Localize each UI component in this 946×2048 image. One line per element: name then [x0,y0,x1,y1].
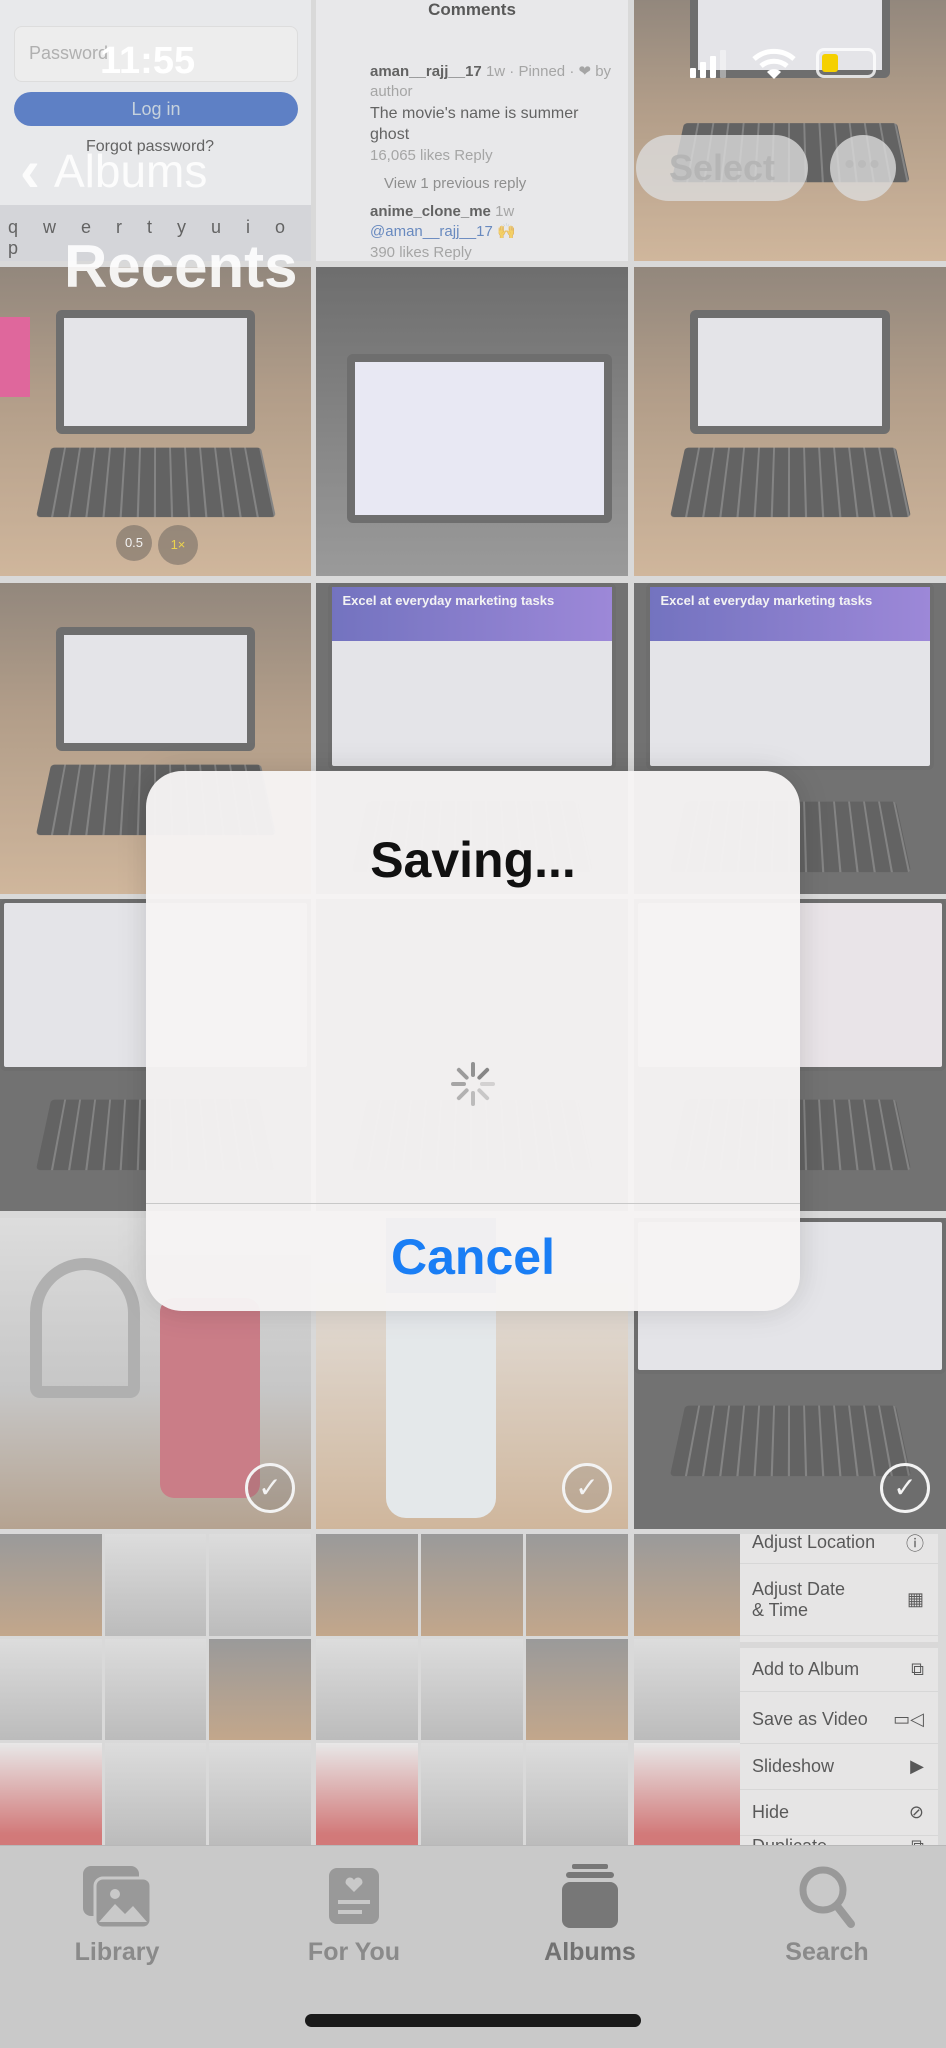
tab-for-you[interactable]: For You [254,1864,454,1967]
status-time: 11:55 [100,40,196,82]
search-icon [799,1866,855,1928]
tab-search[interactable]: Search [727,1864,927,1967]
albums-icon [562,1864,618,1928]
tab-label: Library [74,1938,160,1966]
tab-label: For You [307,1938,401,1966]
more-button[interactable]: ••• [830,135,896,201]
tab-label: Albums [544,1938,636,1966]
wifi-icon [752,48,796,79]
battery-icon [816,48,876,78]
chevron-left-icon: ‹ [20,137,40,204]
for-you-icon [329,1868,379,1924]
signal-icon [690,50,726,78]
tab-library[interactable]: Library [17,1864,217,1967]
home-indicator [305,2014,641,2027]
photo-library-icon [83,1866,153,1930]
dialog-title: Saving... [370,832,576,888]
back-label: Albums [53,144,208,197]
back-button[interactable]: ‹ Albums [20,136,207,205]
saving-dialog: Saving... Cancel [146,771,800,1311]
page-title: Recents [64,233,298,300]
tab-label: Search [785,1938,869,1966]
loading-spinner-icon [451,1062,495,1106]
select-button[interactable]: Select [636,135,808,201]
cancel-button[interactable]: Cancel [146,1203,800,1311]
ellipsis-icon: ••• [844,148,882,181]
tab-albums[interactable]: Albums [490,1864,690,1967]
